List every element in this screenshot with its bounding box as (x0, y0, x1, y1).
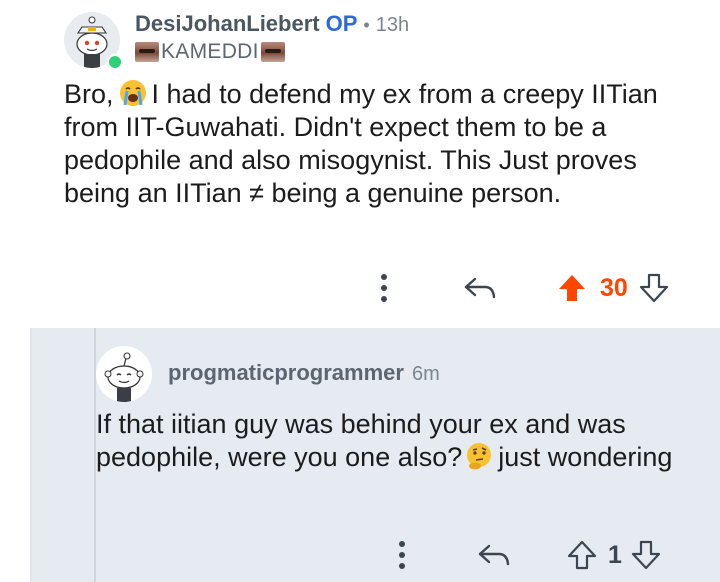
op-badge: OP (325, 11, 358, 36)
body-text-start: Bro, (64, 79, 114, 109)
reply-text-rest: just wondering (498, 442, 673, 472)
upvote-button[interactable] (554, 268, 590, 308)
downvote-button[interactable] (636, 268, 672, 308)
flair-image-left (135, 42, 159, 62)
more-vertical-icon (399, 541, 405, 569)
user-flair: KAMEDDI (135, 40, 285, 64)
comment-op: DesiJohanLiebert OP • 13h KAMEDDI Bro, I… (0, 0, 720, 328)
loudly-crying-face-icon (119, 80, 146, 106)
post-time: 13h (375, 14, 410, 36)
flair-image-right (260, 42, 285, 62)
author-name[interactable]: DesiJohanLiebert (135, 11, 320, 37)
downvote-outline-icon (631, 540, 661, 570)
upvote-outline-icon (567, 540, 597, 570)
reply-body: If that iitian guy was behind your ex an… (96, 408, 716, 474)
vote-score: 30 (600, 273, 628, 302)
reply-time: 6m (411, 363, 440, 385)
more-vertical-icon (381, 274, 387, 302)
reply-vote-score: 1 (608, 540, 622, 569)
body-text-rest: I had to defend my ex from a creepy IITi… (64, 79, 658, 208)
comment-body: Bro, I had to defend my ex from a creepy… (64, 78, 704, 210)
more-options-button[interactable] (370, 268, 398, 308)
comment-reply: progmaticprogrammer 6m If that iitian gu… (32, 328, 720, 582)
reply-more-options-button[interactable] (388, 535, 416, 575)
thinking-face-icon (467, 443, 492, 470)
separator-dot: • (363, 15, 370, 35)
downvote-outline-icon (639, 273, 668, 303)
reply-downvote-button[interactable] (628, 535, 664, 575)
reply-reply-button[interactable] (474, 535, 514, 575)
upvote-filled-icon (559, 275, 585, 301)
online-status-indicator (107, 54, 123, 70)
reply-author-name[interactable]: progmaticprogrammer (168, 360, 404, 386)
reply-button[interactable] (460, 268, 500, 308)
reply-arrow-icon (464, 277, 496, 299)
reply-actions: 1 (388, 535, 664, 575)
reply-author-avatar[interactable] (96, 346, 152, 402)
flair-text: KAMEDDI (161, 40, 259, 63)
reply-upvote-button[interactable] (564, 535, 600, 575)
reply-arrow-icon (478, 544, 510, 566)
comment-actions: 30 (370, 268, 672, 308)
